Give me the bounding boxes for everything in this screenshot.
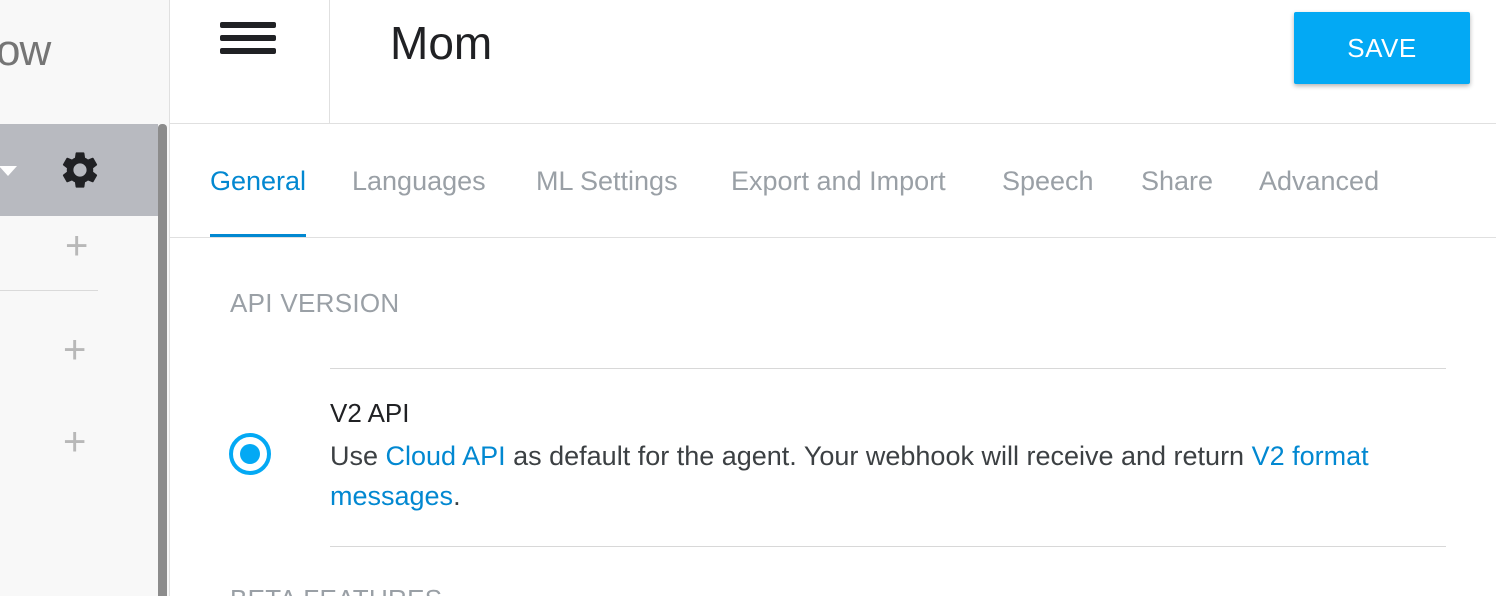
caret-down-icon[interactable] — [0, 166, 17, 176]
add-item-icon[interactable]: + — [63, 422, 86, 462]
gear-icon[interactable] — [58, 148, 102, 192]
tab-general[interactable]: General — [210, 166, 306, 197]
settings-tabs: General Languages ML Settings Export and… — [170, 124, 1496, 238]
tab-advanced[interactable]: Advanced — [1259, 166, 1379, 197]
sidebar-divider — [0, 290, 98, 291]
sidebar: ow + + + — [0, 0, 170, 596]
option-description: Use Cloud API as default for the agent. … — [330, 436, 1430, 516]
hamburger-menu-icon[interactable] — [220, 22, 278, 58]
add-intent-icon[interactable]: + — [65, 226, 88, 266]
option-divider — [330, 368, 1446, 369]
cloud-api-link[interactable]: Cloud API — [386, 441, 506, 471]
v2-api-radio[interactable] — [229, 433, 271, 475]
desc-text: . — [453, 481, 461, 511]
tab-ml-settings[interactable]: ML Settings — [536, 166, 678, 197]
save-button[interactable]: SAVE — [1294, 12, 1470, 84]
desc-text: Use — [330, 441, 386, 471]
desc-text: as default for the agent. Your webhook w… — [505, 441, 1252, 471]
header-divider — [329, 0, 330, 124]
active-tab-indicator — [210, 234, 306, 237]
tab-languages[interactable]: Languages — [352, 166, 486, 197]
option-divider — [330, 546, 1446, 547]
section-title-beta-features: BETA FEATURES — [230, 584, 442, 596]
tab-speech[interactable]: Speech — [1002, 166, 1094, 197]
section-title-api-version: API VERSION — [230, 288, 400, 318]
tab-share[interactable]: Share — [1141, 166, 1213, 197]
page-title: Mom — [390, 17, 493, 69]
brand-logo-text: ow — [0, 26, 51, 75]
option-title: V2 API — [330, 398, 410, 428]
sidebar-scrollbar[interactable] — [158, 124, 167, 596]
header: Mom SAVE — [170, 0, 1496, 124]
add-entity-icon[interactable]: + — [63, 330, 86, 370]
tab-export-import[interactable]: Export and Import — [731, 166, 946, 197]
